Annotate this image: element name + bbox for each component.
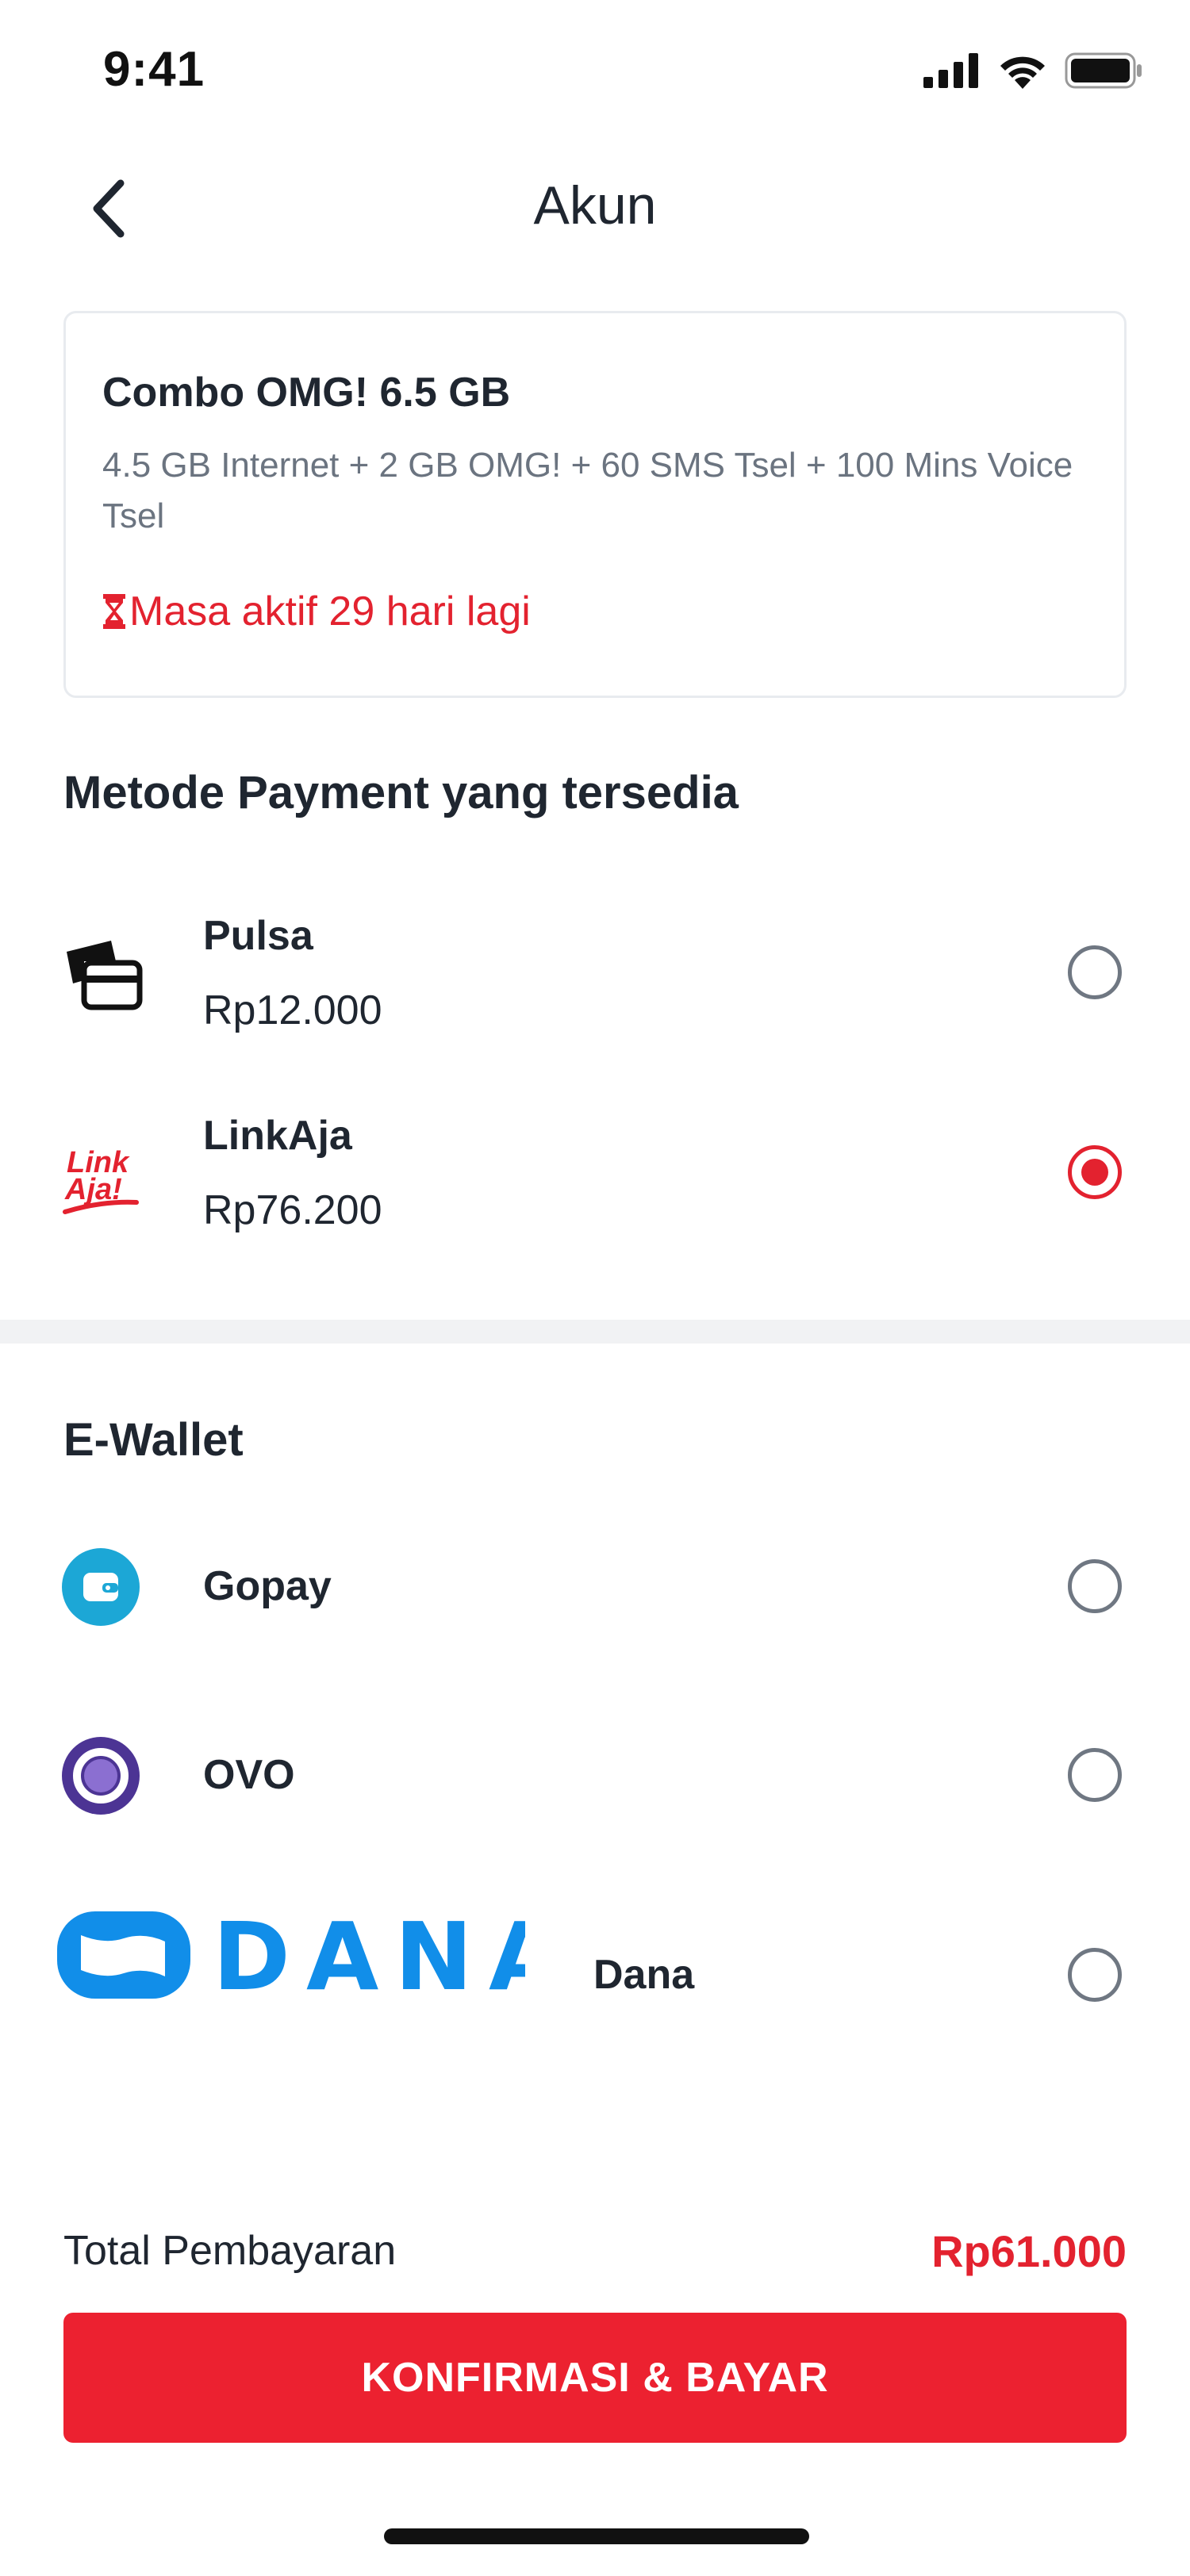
payment-methods-title: Metode Payment yang tersedia	[63, 767, 739, 818]
signal-icon	[923, 53, 978, 88]
ovo-logo	[62, 1737, 140, 1815]
confirm-pay-button[interactable]: KONFIRMASI & BAYAR	[63, 2313, 1127, 2443]
package-name: Combo OMG! 6.5 GB	[102, 370, 511, 416]
linkaja-logo: Link Aja!	[63, 1146, 139, 1214]
option-name: Dana	[593, 1952, 695, 1998]
radio-ovo[interactable]	[1068, 1748, 1122, 1802]
gopay-logo	[62, 1548, 140, 1626]
radio-dana[interactable]	[1068, 1948, 1122, 2002]
dana-logo: DANA	[57, 1911, 525, 1999]
radio-pulsa[interactable]	[1068, 945, 1122, 999]
package-description: 4.5 GB Internet + 2 GB OMG! + 60 SMS Tse…	[102, 446, 1073, 535]
total-value: Rp61.000	[931, 2226, 1127, 2276]
payment-option-linkaja[interactable]: Link Aja! LinkAja Rp76.200	[0, 1091, 1190, 1266]
radio-linkaja[interactable]	[1068, 1145, 1122, 1199]
page-title: Akun	[533, 175, 657, 236]
package-expiry: Masa aktif 29 hari lagi	[102, 588, 531, 635]
package-card: Combo OMG! 6.5 GB 4.5 GB Internet + 2 GB…	[63, 311, 1127, 698]
ewallet-option-ovo[interactable]: OVO	[0, 1697, 1190, 1856]
option-name: OVO	[203, 1752, 295, 1798]
battery-icon	[1065, 52, 1142, 89]
wifi-icon	[1000, 56, 1045, 89]
header: Akun	[0, 143, 1190, 270]
expiry-text: Masa aktif 29 hari lagi	[129, 588, 531, 634]
card-icon	[67, 941, 143, 1010]
option-name: Gopay	[203, 1563, 332, 1609]
hourglass-icon	[103, 594, 125, 629]
option-name: LinkAja	[203, 1113, 352, 1159]
section-divider	[0, 1320, 1190, 1344]
status-icons	[923, 52, 1142, 89]
option-price: Rp76.200	[203, 1187, 382, 1233]
total-label: Total Pembayaran	[63, 2228, 397, 2274]
home-indicator	[384, 2528, 809, 2544]
ewallet-option-dana[interactable]: DANA Dana	[0, 1888, 1190, 2046]
radio-gopay[interactable]	[1068, 1559, 1122, 1613]
ewallet-option-gopay[interactable]: Gopay	[0, 1507, 1190, 1666]
status-time: 9:41	[103, 42, 205, 97]
svg-text:DANA: DANA	[213, 1911, 525, 1999]
status-bar: 9:41	[0, 0, 1190, 143]
payment-option-pulsa[interactable]: Pulsa Rp12.000	[0, 888, 1190, 1063]
ewallet-title: E-Wallet	[63, 1414, 244, 1466]
option-price: Rp12.000	[203, 987, 382, 1033]
footer: Total Pembayaran Rp61.000 KONFIRMASI & B…	[0, 2194, 1190, 2576]
option-name: Pulsa	[203, 913, 313, 959]
